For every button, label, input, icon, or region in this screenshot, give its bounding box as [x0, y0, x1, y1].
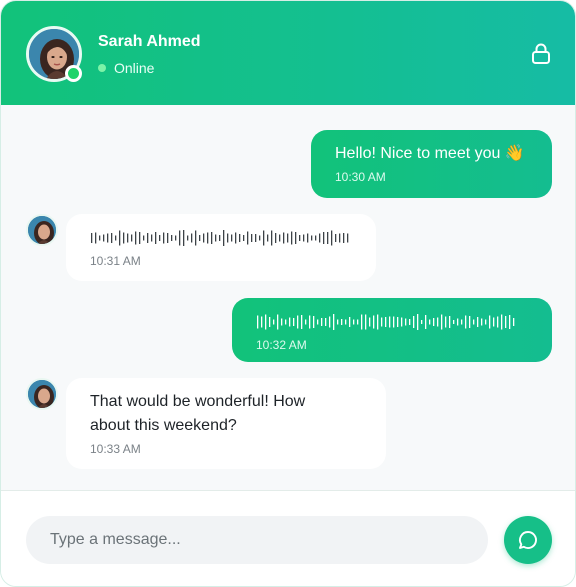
chat-header: Sarah Ahmed Online: [1, 1, 575, 105]
chat-bubble-icon: [517, 529, 539, 551]
lock-icon[interactable]: [531, 43, 551, 65]
send-button[interactable]: [504, 516, 552, 564]
voice-waveform[interactable]: [256, 313, 518, 331]
message-bubble-outgoing[interactable]: 10:32 AM: [232, 298, 552, 362]
status-text: Online: [114, 60, 155, 76]
composer-bar: [1, 490, 575, 586]
message-bubble-incoming[interactable]: 10:31 AM: [66, 214, 376, 281]
online-indicator: [65, 65, 82, 82]
sender-avatar: [26, 214, 58, 246]
message-time: 10:33 AM: [90, 442, 141, 456]
chat-window: Sarah Ahmed Online Hello! Nice to meet y…: [0, 0, 576, 587]
status-dot: [98, 64, 106, 72]
message-input[interactable]: [26, 516, 488, 564]
contact-name: Sarah Ahmed: [98, 33, 201, 50]
message-text: That would be wonderful! How about this …: [90, 393, 306, 434]
message-text: Hello! Nice to meet you 👋: [335, 145, 525, 162]
message-bubble-outgoing[interactable]: Hello! Nice to meet you 👋 10:30 AM: [311, 130, 552, 198]
message-time: 10:31 AM: [90, 254, 141, 268]
message-time: 10:32 AM: [256, 338, 307, 352]
message-bubble-incoming[interactable]: That would be wonderful! How about this …: [66, 378, 386, 469]
sender-avatar: [26, 378, 58, 410]
status-row: Online: [98, 60, 154, 76]
voice-waveform[interactable]: [90, 229, 352, 247]
message-time: 10:30 AM: [335, 170, 386, 184]
